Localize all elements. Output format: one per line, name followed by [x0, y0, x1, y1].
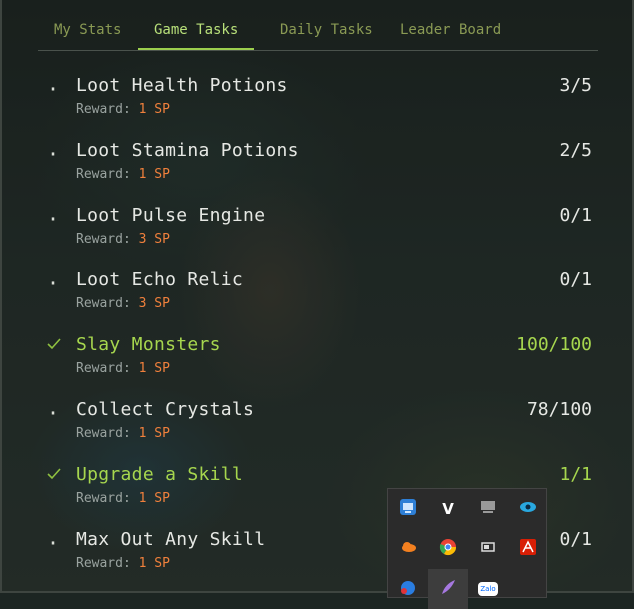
task-progress: 0/1: [559, 529, 592, 550]
bullet-icon: [46, 275, 60, 294]
tab-my-stats[interactable]: My Stats: [54, 20, 121, 48]
task-row: Loot Echo Relic Reward: 3 SP 0/1: [2, 269, 602, 329]
tray-item[interactable]: [428, 529, 468, 569]
eye-app-icon: [519, 498, 537, 520]
reward-label: Reward:: [76, 556, 139, 571]
reward-label: Reward:: [76, 232, 139, 247]
task-name: Slay Monsters: [76, 334, 221, 355]
tray-item[interactable]: [388, 529, 428, 569]
task-reward: Reward: 1 SP: [76, 102, 170, 117]
task-reward: Reward: 1 SP: [76, 491, 170, 506]
task-reward: Reward: 1 SP: [76, 361, 170, 376]
tray-item[interactable]: V: [428, 489, 468, 529]
tray-item[interactable]: [388, 569, 428, 609]
task-progress: 0/1: [559, 269, 592, 290]
reward-label: Reward:: [76, 426, 139, 441]
tab-daily-tasks[interactable]: Daily Tasks: [280, 20, 373, 48]
tray-item[interactable]: [508, 489, 548, 529]
task-reward: Reward: 3 SP: [76, 296, 170, 311]
tray-item[interactable]: [468, 489, 508, 529]
reward-value: 1 SP: [138, 426, 170, 441]
task-progress: 100/100: [516, 334, 592, 355]
reward-value: 3 SP: [138, 296, 170, 311]
task-row: Loot Stamina Potions Reward: 1 SP 2/5: [2, 140, 602, 200]
task-progress: 3/5: [559, 75, 592, 96]
system-tray-overflow: V Zalo: [387, 488, 548, 609]
reward-value: 1 SP: [138, 102, 170, 117]
cloud-icon: [399, 538, 417, 560]
tray-item[interactable]: [388, 489, 428, 529]
task-row: Loot Pulse Engine Reward: 3 SP 0/1: [2, 205, 602, 265]
task-progress: 0/1: [559, 205, 592, 226]
network-app-icon: [399, 498, 417, 520]
display-icon: [479, 498, 497, 520]
task-name: Loot Echo Relic: [76, 269, 244, 290]
task-progress: 1/1: [559, 464, 592, 485]
task-name: Loot Pulse Engine: [76, 205, 266, 226]
task-name: Collect Crystals: [76, 399, 255, 420]
checkmark-icon: [46, 336, 61, 356]
task-name: Upgrade a Skill: [76, 464, 244, 485]
reward-label: Reward:: [76, 491, 139, 506]
reward-value: 3 SP: [138, 232, 170, 247]
task-name: Max Out Any Skill: [76, 529, 266, 550]
task-row: Collect Crystals Reward: 1 SP 78/100: [2, 399, 602, 459]
battery-icon: [479, 538, 497, 560]
reward-value: 1 SP: [138, 556, 170, 571]
chrome-icon: [439, 538, 457, 560]
task-reward: Reward: 3 SP: [76, 232, 170, 247]
feather-app-icon: [439, 578, 457, 600]
reward-label: Reward:: [76, 296, 139, 311]
checkmark-icon: [46, 466, 61, 486]
reward-value: 1 SP: [138, 361, 170, 376]
adobe-acrobat-icon: [519, 538, 537, 560]
v-app-icon: V: [442, 500, 454, 518]
tab-bar: My Stats Game Tasks Daily Tasks Leader B…: [38, 0, 598, 51]
task-reward: Reward: 1 SP: [76, 426, 170, 441]
task-name: Loot Stamina Potions: [76, 140, 299, 161]
bullet-icon: [46, 211, 60, 230]
reward-label: Reward:: [76, 102, 139, 117]
tray-item[interactable]: [508, 529, 548, 569]
tray-item[interactable]: [428, 569, 468, 609]
task-name: Loot Health Potions: [76, 75, 288, 96]
task-progress: 78/100: [526, 399, 592, 420]
task-reward: Reward: 1 SP: [76, 167, 170, 182]
reward-label: Reward:: [76, 167, 139, 182]
tray-item[interactable]: Zalo: [468, 569, 508, 609]
notification-badge-icon: [399, 578, 417, 600]
bullet-icon: [46, 535, 60, 554]
bullet-icon: [46, 146, 60, 165]
reward-label: Reward:: [76, 361, 139, 376]
tab-game-tasks[interactable]: Game Tasks: [137, 20, 255, 50]
reward-value: 1 SP: [138, 491, 170, 506]
task-reward: Reward: 1 SP: [76, 556, 170, 571]
task-row: Loot Health Potions Reward: 1 SP 3/5: [2, 75, 602, 135]
task-progress: 2/5: [559, 140, 592, 161]
zalo-icon: Zalo: [478, 582, 498, 596]
bullet-icon: [46, 81, 60, 100]
task-row: Slay Monsters Reward: 1 SP 100/100: [2, 334, 602, 394]
reward-value: 1 SP: [138, 167, 170, 182]
tab-leader-board[interactable]: Leader Board: [400, 20, 501, 48]
tray-item[interactable]: [468, 529, 508, 569]
bullet-icon: [46, 405, 60, 424]
